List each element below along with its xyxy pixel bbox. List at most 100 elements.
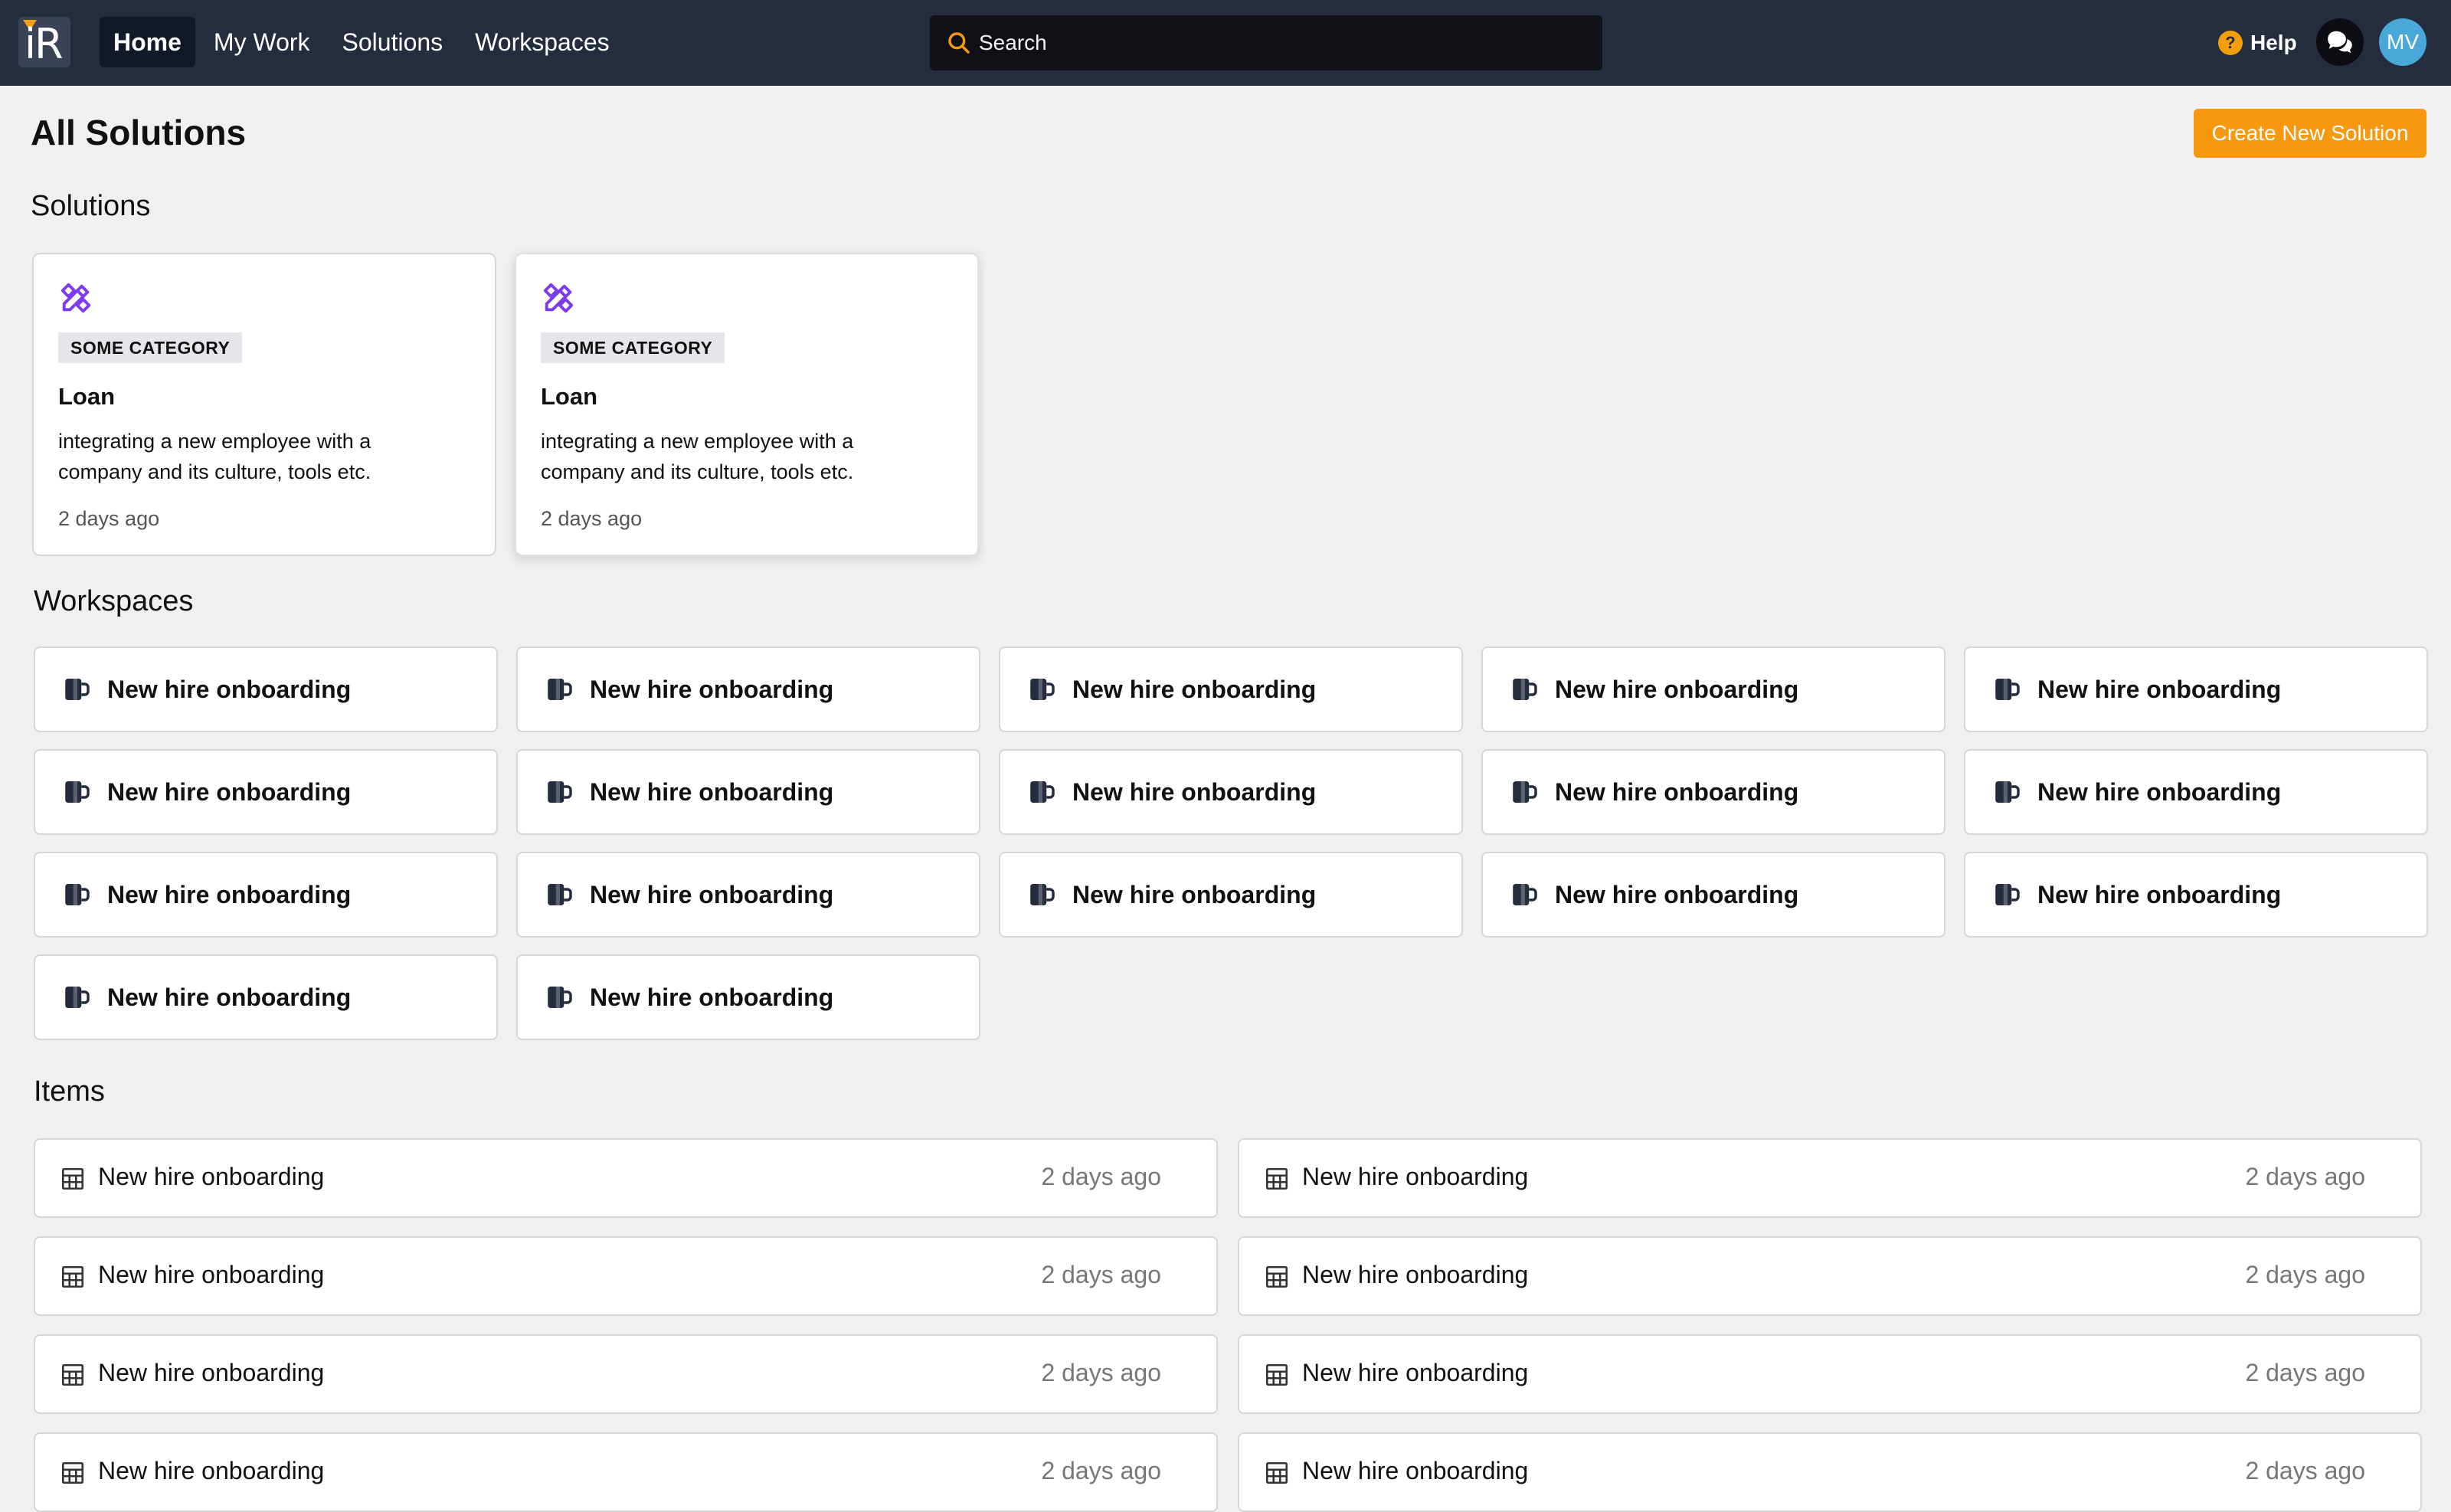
workspace-name: New hire onboarding [107, 983, 352, 1011]
workspace-card[interactable]: New hire onboarding [516, 749, 980, 835]
item-timestamp: 2 days ago [2245, 1457, 2365, 1484]
tools-icon [543, 283, 574, 313]
table-grid-icon [1265, 1461, 1288, 1484]
table-grid-icon [1265, 1265, 1288, 1288]
search-bar[interactable] [930, 15, 1602, 70]
item-row[interactable]: New hire onboarding 2 days ago [1238, 1432, 2422, 1512]
table-grid-icon [61, 1167, 84, 1190]
item-name: New hire onboarding [98, 1261, 325, 1288]
item-row[interactable]: New hire onboarding 2 days ago [34, 1334, 1218, 1414]
item-name: New hire onboarding [1302, 1163, 1529, 1190]
workspace-card[interactable]: New hire onboarding [516, 646, 980, 732]
top-navigation-bar: iR Home My Work Solutions Workspaces ? H… [0, 0, 2451, 86]
workspace-card[interactable]: New hire onboarding [999, 749, 1463, 835]
workspace-name: New hire onboarding [1072, 675, 1317, 703]
help-label: Help [2250, 31, 2297, 54]
workspace-card[interactable]: New hire onboarding [1481, 852, 1945, 938]
chat-bubbles-icon [2328, 31, 2352, 54]
help-button[interactable]: ? Help [2218, 28, 2297, 58]
mug-icon [1030, 679, 1055, 700]
item-timestamp: 2 days ago [2245, 1163, 2365, 1190]
logo-text: iR [25, 20, 64, 68]
item-timestamp: 2 days ago [1041, 1457, 1161, 1484]
item-name: New hire onboarding [98, 1359, 325, 1386]
table-grid-icon [61, 1363, 84, 1386]
workspace-card[interactable]: New hire onboarding [34, 749, 498, 835]
mug-icon [65, 987, 90, 1008]
workspace-card[interactable]: New hire onboarding [34, 646, 498, 732]
item-timestamp: 2 days ago [1041, 1261, 1161, 1288]
item-timestamp: 2 days ago [1041, 1359, 1161, 1386]
nav-home[interactable]: Home [100, 17, 195, 67]
nav-workspaces[interactable]: Workspaces [461, 17, 623, 67]
mug-icon [65, 781, 90, 803]
search-icon [948, 32, 970, 54]
item-row[interactable]: New hire onboarding 2 days ago [1238, 1334, 2422, 1414]
solution-timestamp: 2 days ago [541, 507, 643, 530]
workspace-name: New hire onboarding [2037, 777, 2282, 806]
item-timestamp: 2 days ago [2245, 1359, 2365, 1386]
solution-description: integrating a new employee with a compan… [58, 430, 371, 483]
mug-icon [548, 781, 572, 803]
workspace-name: New hire onboarding [1072, 880, 1317, 908]
category-badge: SOME CATEGORY [541, 332, 725, 363]
mug-icon [548, 679, 572, 700]
help-circle-icon: ? [2218, 31, 2243, 55]
solution-card[interactable]: SOME CATEGORY Loan integrating a new emp… [32, 253, 496, 556]
mug-icon [1995, 884, 2020, 905]
workspace-card[interactable]: New hire onboarding [516, 954, 980, 1040]
workspace-card[interactable]: New hire onboarding [34, 954, 498, 1040]
workspaces-heading: Workspaces [34, 585, 194, 617]
item-row[interactable]: New hire onboarding 2 days ago [1238, 1236, 2422, 1316]
mug-icon [1513, 781, 1537, 803]
item-row[interactable]: New hire onboarding 2 days ago [34, 1432, 1218, 1512]
workspaces-grid: New hire onboarding New hire onboarding Ne… [34, 646, 2428, 1040]
table-grid-icon [61, 1461, 84, 1484]
workspace-name: New hire onboarding [590, 880, 834, 908]
search-input[interactable] [979, 15, 1584, 70]
workspace-card[interactable]: New hire onboarding [1964, 646, 2428, 732]
workspace-card[interactable]: New hire onboarding [1964, 852, 2428, 938]
workspace-name: New hire onboarding [107, 675, 352, 703]
mug-icon [65, 679, 90, 700]
item-row[interactable]: New hire onboarding 2 days ago [34, 1138, 1218, 1218]
workspace-card[interactable]: New hire onboarding [1481, 749, 1945, 835]
workspace-card[interactable]: New hire onboarding [1964, 749, 2428, 835]
workspace-name: New hire onboarding [590, 675, 834, 703]
mug-icon [548, 884, 572, 905]
table-grid-icon [61, 1265, 84, 1288]
app-logo[interactable]: iR [18, 17, 70, 67]
workspace-card[interactable]: New hire onboarding [516, 852, 980, 938]
solutions-heading: Solutions [31, 190, 151, 222]
page-title: All Solutions [31, 113, 247, 152]
workspace-card[interactable]: New hire onboarding [999, 852, 1463, 938]
workspace-name: New hire onboarding [107, 777, 352, 806]
solution-name: Loan [58, 383, 116, 410]
item-timestamp: 2 days ago [1041, 1163, 1161, 1190]
item-row[interactable]: New hire onboarding 2 days ago [1238, 1138, 2422, 1218]
user-avatar[interactable]: MV [2379, 18, 2426, 66]
workspace-name: New hire onboarding [1555, 777, 1799, 806]
create-new-solution-button[interactable]: Create New Solution [2194, 109, 2426, 158]
item-name: New hire onboarding [98, 1457, 325, 1484]
workspace-name: New hire onboarding [1555, 675, 1799, 703]
mug-icon [1513, 679, 1537, 700]
workspace-card[interactable]: New hire onboarding [34, 852, 498, 938]
nav-solutions[interactable]: Solutions [329, 17, 457, 67]
mug-icon [1995, 781, 2020, 803]
solution-description: integrating a new employee with a compan… [541, 430, 854, 483]
chat-button[interactable] [2316, 18, 2364, 66]
workspace-name: New hire onboarding [590, 777, 834, 806]
table-grid-icon [1265, 1363, 1288, 1386]
workspace-name: New hire onboarding [590, 983, 834, 1011]
item-name: New hire onboarding [98, 1163, 325, 1190]
workspace-card[interactable]: New hire onboarding [999, 646, 1463, 732]
item-row[interactable]: New hire onboarding 2 days ago [34, 1236, 1218, 1316]
workspace-name: New hire onboarding [1555, 880, 1799, 908]
solution-card[interactable]: SOME CATEGORY Loan integrating a new emp… [515, 253, 979, 556]
mug-icon [1513, 884, 1537, 905]
mug-icon [1030, 781, 1055, 803]
item-timestamp: 2 days ago [2245, 1261, 2365, 1288]
workspace-card[interactable]: New hire onboarding [1481, 646, 1945, 732]
nav-my-work[interactable]: My Work [200, 17, 324, 67]
